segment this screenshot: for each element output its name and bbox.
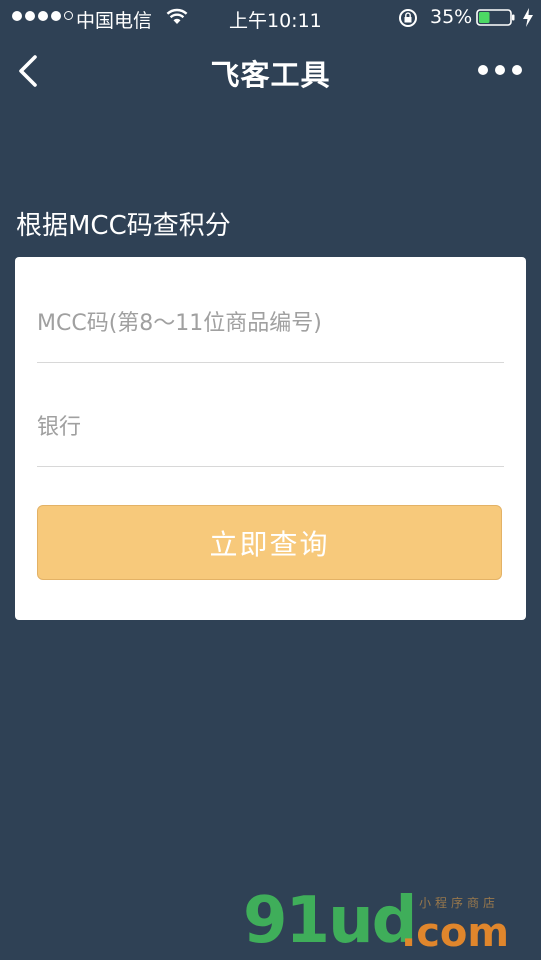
app-screen: 中国电信 上午10:11 35% 飞客工具 根据MCC码查积分 MCC码(第8～… [0,0,541,960]
wifi-icon [166,8,188,24]
page-title: 飞客工具 [210,58,331,92]
query-now-button[interactable]: 立即查询 [37,505,502,580]
mcc-code-field [37,284,504,363]
carrier-name: 中国电信 [76,10,153,32]
watermark-small-text: 小程序商店 [419,896,500,910]
navigation-bar: 飞客工具 [0,36,541,106]
battery-icon [476,9,515,26]
watermark-main-text: 91ud [243,884,417,958]
battery-percent: 35% [430,6,473,28]
bank-field [37,388,504,467]
rotation-lock-icon [399,9,417,27]
watermark-logo: 91ud 小程序商店 .com [243,886,533,956]
mcc-code-input[interactable] [37,284,504,362]
query-form-card: 立即查询 [15,257,526,620]
charging-bolt-icon [523,8,533,27]
status-time: 上午10:11 [229,10,322,32]
more-dots-icon[interactable] [478,64,522,76]
bank-input[interactable] [37,388,504,466]
status-bar: 中国电信 上午10:11 35% [0,0,541,36]
watermark-domain-text: .com [401,910,510,956]
signal-strength-icon [12,11,73,21]
section-heading: 根据MCC码查积分 [16,211,231,241]
